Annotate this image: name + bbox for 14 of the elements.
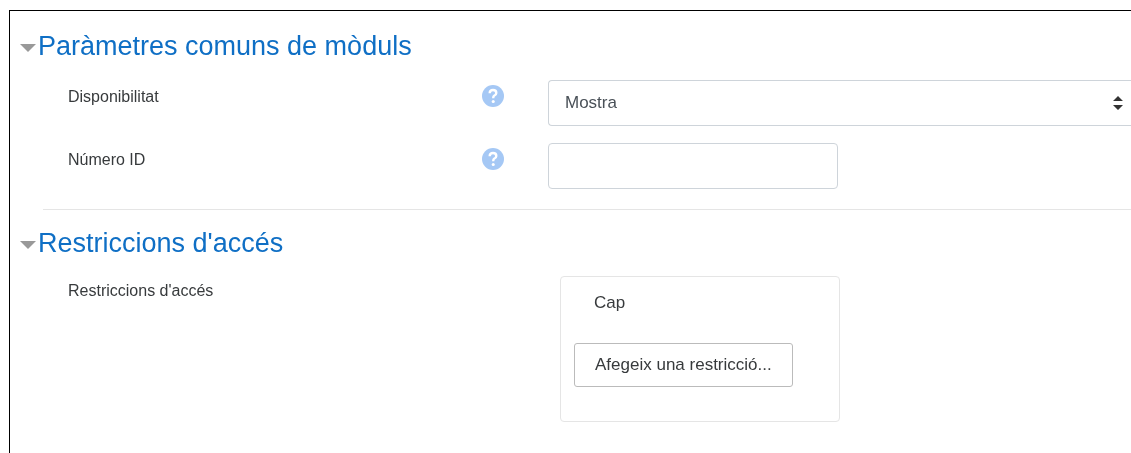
collapse-icon[interactable] xyxy=(20,240,36,250)
field-label: Disponibilitat xyxy=(67,87,160,106)
add-restriction-button[interactable]: Afegeix una restricció... xyxy=(574,343,793,387)
restrictions-status: Cap xyxy=(593,293,626,313)
help-icon[interactable] xyxy=(482,85,504,107)
collapse-icon[interactable] xyxy=(20,43,36,53)
field-label: Número ID xyxy=(67,150,147,169)
section-heading[interactable]: Restriccions d'accés xyxy=(38,226,284,260)
help-icon[interactable] xyxy=(482,148,504,170)
id-number-field[interactable] xyxy=(548,143,838,189)
availability-select[interactable]: Mostra xyxy=(548,80,1131,126)
field-label: Restriccions d'accés xyxy=(67,281,215,300)
sort-arrows-icon xyxy=(1113,95,1123,111)
section-heading[interactable]: Paràmetres comuns de mòduls xyxy=(38,29,412,63)
